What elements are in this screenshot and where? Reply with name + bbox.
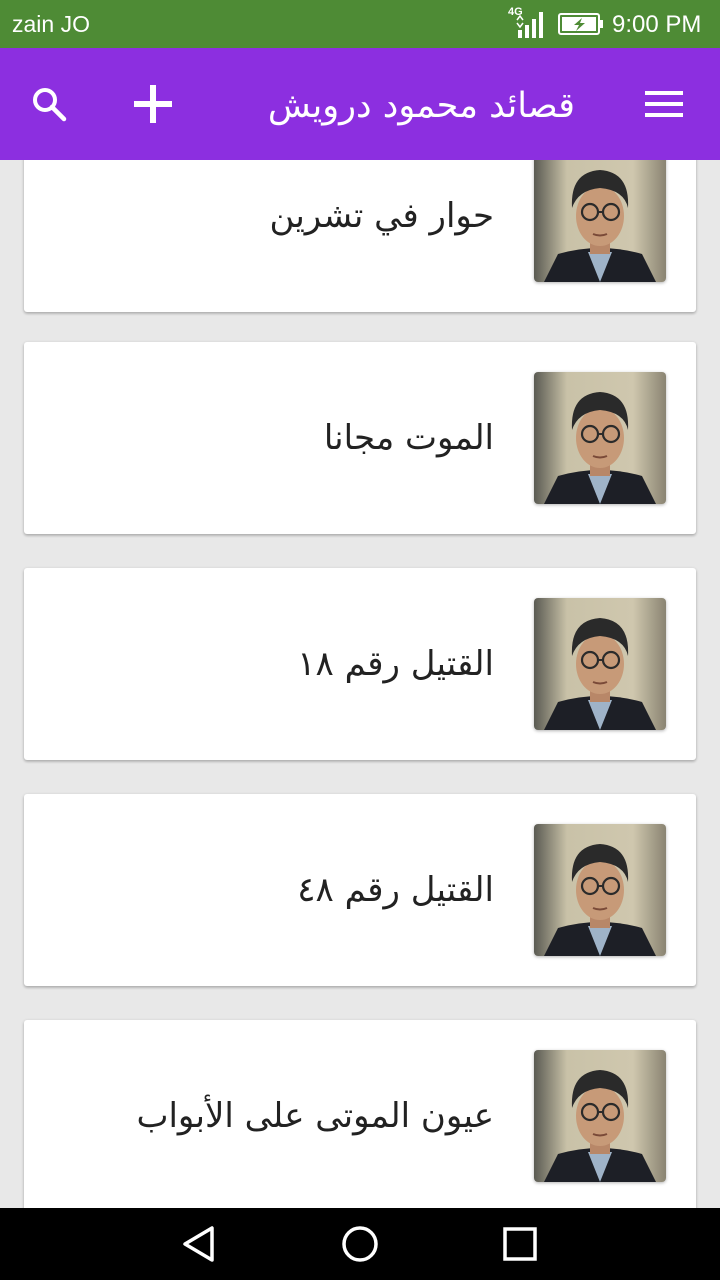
- poem-title: القتيل رقم ١٨: [297, 644, 494, 684]
- add-icon: [134, 85, 172, 123]
- status-bar: zain JO 4G 9:00 PM: [0, 0, 720, 48]
- poet-thumbnail: [534, 1050, 666, 1182]
- poem-title: عيون الموتى على الأبواب: [136, 1096, 494, 1136]
- list-item[interactable]: القتيل رقم ٤٨: [24, 794, 696, 986]
- search-icon: [33, 88, 67, 122]
- poet-thumbnail: [534, 372, 666, 504]
- poet-thumbnail: [534, 598, 666, 730]
- poet-thumbnail: [534, 160, 666, 282]
- navigation-bar: [0, 1208, 720, 1280]
- home-icon: [342, 1226, 378, 1262]
- menu-icon: [645, 91, 683, 117]
- recent-apps-icon: [503, 1227, 537, 1261]
- poet-thumbnail: [534, 824, 666, 956]
- battery-charging-icon: [558, 13, 603, 35]
- poem-title: الموت مجانا: [323, 418, 494, 458]
- add-button[interactable]: [122, 48, 184, 160]
- menu-button[interactable]: [632, 48, 696, 160]
- poem-title: حوار في تشرين: [269, 196, 494, 236]
- app-bar: قصائد محمود درويش: [0, 48, 720, 160]
- page-title: قصائد محمود درويش: [267, 86, 575, 126]
- back-button[interactable]: [160, 1208, 240, 1280]
- list-item[interactable]: القتيل رقم ١٨: [24, 568, 696, 760]
- recent-apps-button[interactable]: [480, 1208, 560, 1280]
- list-item[interactable]: حوار في تشرين: [24, 160, 696, 312]
- home-button[interactable]: [320, 1208, 400, 1280]
- list-item[interactable]: الموت مجانا: [24, 342, 696, 534]
- poem-list: حوار في تشرين الموت مجانا القتيل رقم ١٨ …: [0, 160, 720, 1208]
- back-icon: [183, 1226, 214, 1262]
- clock: 9:00 PM: [612, 11, 702, 38]
- search-button[interactable]: [18, 48, 80, 160]
- poem-title: القتيل رقم ٤٨: [297, 870, 494, 910]
- list-item[interactable]: عيون الموتى على الأبواب: [24, 1020, 696, 1208]
- carrier-name: zain JO: [12, 11, 90, 37]
- signal-icon: [516, 12, 543, 38]
